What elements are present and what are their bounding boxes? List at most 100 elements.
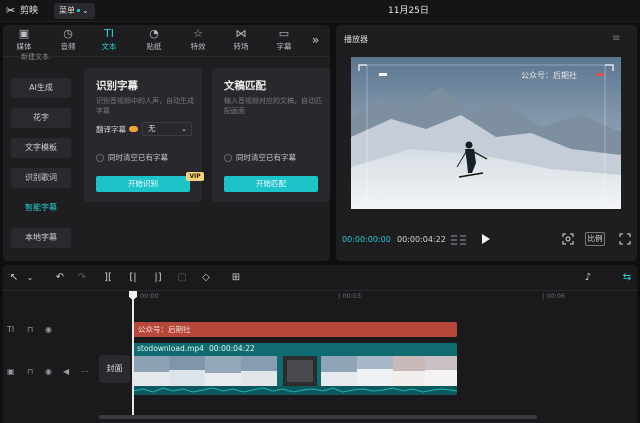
- ruler-tick: | 00:03: [338, 292, 361, 300]
- card-description: 识别音视频中的人声，自动生成字幕: [96, 97, 194, 115]
- translate-label: 翻译字幕: [96, 124, 138, 136]
- ratio-button[interactable]: 比例: [585, 232, 605, 246]
- subnav-smart-subtitle[interactable]: 智能字幕: [11, 198, 71, 218]
- split-icon[interactable]: ][: [101, 271, 115, 285]
- subnav-local-subtitle[interactable]: 本地字幕: [11, 228, 71, 248]
- translate-label-text: 翻译字幕: [96, 125, 126, 134]
- volume-icon[interactable]: ◀: [63, 367, 69, 377]
- clear-existing-label: 同时清空已有字幕: [236, 153, 296, 162]
- tab-label: 贴纸: [146, 42, 162, 51]
- title-bar: ✂ 剪映 菜单 ⌄ 11月25日: [0, 0, 640, 22]
- video-preview[interactable]: 公众号：后期社: [351, 57, 621, 209]
- text-subnav: AI生成 花字 文字模板 识别歌词 智能字幕 本地字幕: [8, 58, 74, 258]
- subnav-ai-generate[interactable]: AI生成: [11, 78, 71, 98]
- playhead[interactable]: [132, 292, 134, 416]
- eye-icon[interactable]: ◉: [45, 367, 52, 377]
- button-label: 开始识别: [128, 179, 158, 188]
- subnav-recognize-lyrics[interactable]: 识别歌词: [11, 168, 71, 188]
- video-clip-name: stodownload.mp4: [137, 344, 204, 353]
- tab-label: 字幕: [276, 42, 292, 51]
- menu-button[interactable]: 菜单 ⌄: [54, 3, 95, 19]
- tab-text[interactable]: TI 文本: [91, 27, 127, 55]
- tab-effects[interactable]: ☆ 特效: [180, 27, 216, 55]
- more-tabs-icon[interactable]: »: [312, 34, 319, 46]
- menu-label: 菜单: [59, 6, 75, 15]
- audio-waveform: [133, 386, 457, 395]
- tab-label: 音频: [60, 42, 76, 51]
- chevron-down-icon[interactable]: ⌄: [23, 271, 37, 285]
- tab-label: 转场: [233, 42, 249, 51]
- redo-icon[interactable]: ↷: [75, 271, 89, 285]
- video-clip[interactable]: stodownload.mp4 00:00:04:22: [133, 343, 457, 395]
- time-ruler[interactable]: 00:00 | 00:03 | 00:06: [132, 291, 637, 305]
- audio-meter-icon: [450, 234, 468, 246]
- translate-select[interactable]: 无 ⌄: [142, 122, 192, 136]
- video-track-icon: ▣: [7, 367, 15, 376]
- timeline-toolbar: ↖ ⌄ ↶ ↷ ][ [| |] ▢ ◇ ⊞ ♪ ⇆: [3, 265, 637, 291]
- current-timecode: 00:00:00:00: [342, 235, 391, 244]
- track-headers: TI ⊓ ◉ ▣ ⊓ ◉ ◀ ⋯ 封面: [3, 305, 132, 423]
- undo-icon[interactable]: ↶: [53, 271, 67, 285]
- tab-label: 特效: [190, 42, 206, 51]
- fullscreen-icon[interactable]: [619, 233, 631, 245]
- audio-icon: ◷: [63, 27, 73, 40]
- lock-icon[interactable]: ⊓: [27, 325, 33, 335]
- tab-subtitle[interactable]: ▭ 字幕: [266, 27, 302, 55]
- translate-badge-icon: [129, 126, 138, 132]
- tab-sticker[interactable]: ◔ 贴纸: [136, 27, 172, 55]
- clear-existing-checkbox[interactable]: [224, 154, 232, 162]
- select-pointer-icon[interactable]: ↖: [7, 271, 21, 285]
- effects-icon: ☆: [193, 27, 203, 40]
- media-icon: ▣: [18, 27, 30, 40]
- tab-label: 媒体: [16, 42, 32, 51]
- ski-scene-image: [351, 57, 621, 209]
- watermark-text: 公众号：后期社: [521, 71, 577, 80]
- subnav-text-template[interactable]: 文字模板: [11, 138, 71, 158]
- total-timecode: 00:00:04:22: [397, 235, 446, 244]
- card-description: 输入音视频对应的文稿，自动匹配画面: [224, 97, 322, 115]
- add-media-icon[interactable]: ⊞: [229, 271, 243, 285]
- delete-icon[interactable]: ▢: [175, 271, 189, 285]
- start-match-button[interactable]: 开始匹配: [224, 176, 318, 192]
- tab-audio[interactable]: ◷ 音频: [50, 27, 86, 55]
- tab-transition[interactable]: ⋈ 转场: [223, 27, 259, 55]
- player-title: 播放器: [344, 35, 368, 44]
- app-logo-icon: ✂: [6, 4, 16, 17]
- app-name: 剪映: [20, 6, 39, 16]
- chevron-down-icon: ⌄: [181, 125, 187, 133]
- subnav-fancy-text[interactable]: 花字: [11, 108, 71, 128]
- translate-select-value: 无: [148, 124, 156, 133]
- play-icon[interactable]: [481, 233, 491, 245]
- horizontal-scrollbar[interactable]: [99, 415, 537, 419]
- card-title: 文稿匹配: [224, 80, 266, 92]
- subtitle-icon: ▭: [278, 27, 290, 40]
- menu-icon[interactable]: ≡: [612, 33, 620, 45]
- clear-existing-checkbox[interactable]: [96, 154, 104, 162]
- split-right-icon[interactable]: |]: [151, 271, 165, 285]
- tab-label: 文本: [101, 42, 117, 51]
- tab-bar: ▣ 媒体 ◷ 音频 TI 文本 ◔ 贴纸 ☆ 特效 ⋈ 转场 ▭ 字幕 »: [3, 25, 330, 57]
- lock-icon[interactable]: ⊓: [27, 367, 33, 377]
- fit-screen-icon[interactable]: [562, 233, 574, 245]
- ruler-tick: 00:00: [140, 292, 159, 300]
- eye-icon[interactable]: ◉: [45, 325, 52, 335]
- resource-panel: ▣ 媒体 ◷ 音频 TI 文本 ◔ 贴纸 ☆ 特效 ⋈ 转场 ▭ 字幕 » 新建…: [3, 25, 330, 261]
- more-icon[interactable]: ⋯: [81, 367, 89, 377]
- cover-button[interactable]: 封面: [99, 355, 130, 383]
- transition-icon: ⋈: [235, 27, 247, 40]
- text-track-icon: TI: [7, 325, 15, 334]
- timeline-panel: ↖ ⌄ ↶ ↷ ][ [| |] ▢ ◇ ⊞ ♪ ⇆ 00:00 | 00:03…: [3, 265, 637, 423]
- split-left-icon[interactable]: [|: [126, 271, 140, 285]
- script-match-card: 文稿匹配 输入音视频对应的文稿，自动匹配画面 同时清空已有字幕 开始匹配: [212, 68, 330, 202]
- link-toggle-icon[interactable]: ⇆: [619, 271, 635, 285]
- playhead-handle-icon[interactable]: [128, 290, 138, 301]
- text-clip[interactable]: 公众号：后期社: [133, 322, 457, 337]
- tab-media[interactable]: ▣ 媒体: [6, 27, 42, 55]
- video-clip-duration: 00:00:04:22: [209, 344, 255, 353]
- date-text: 11月25日: [388, 6, 429, 16]
- mark-icon[interactable]: ◇: [199, 271, 213, 285]
- microphone-icon[interactable]: ♪: [581, 271, 595, 285]
- ruler-tick: | 00:06: [542, 292, 565, 300]
- vip-badge: VIP: [186, 172, 204, 181]
- start-recognize-button[interactable]: 开始识别 VIP: [96, 172, 204, 192]
